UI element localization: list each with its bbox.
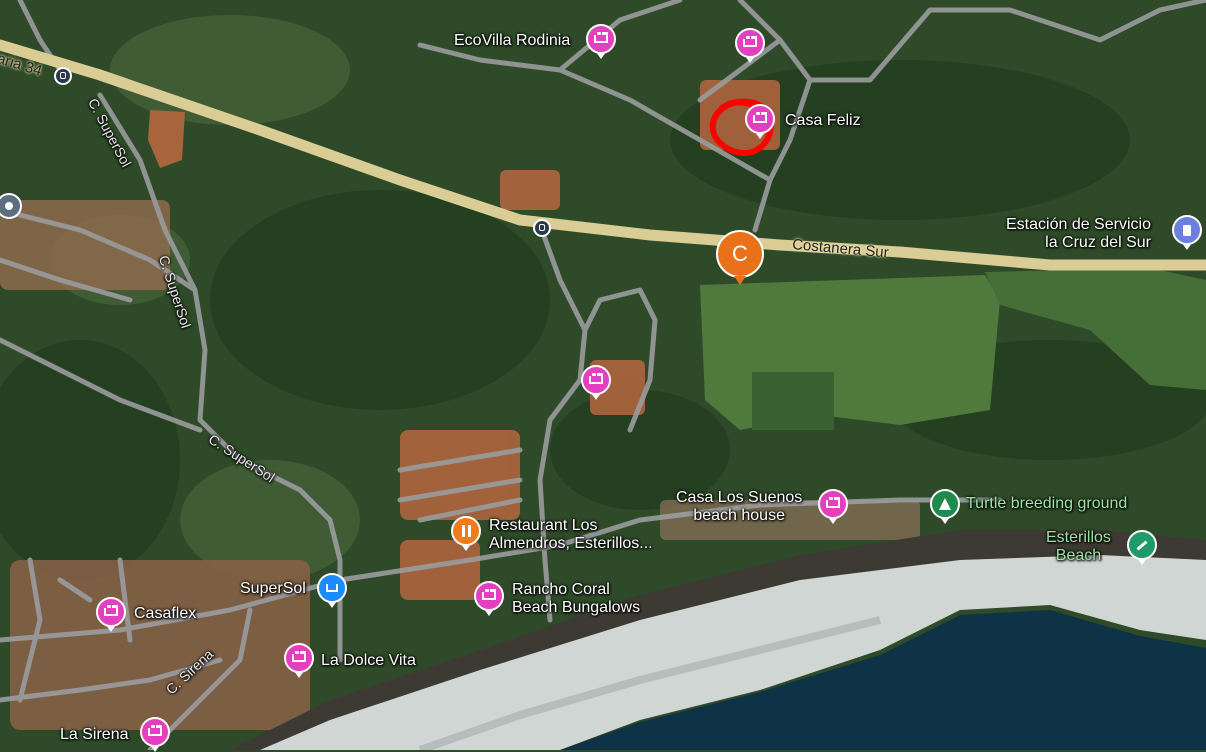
place-label-rancho[interactable]: Rancho Coral Beach Bungalows <box>512 581 640 617</box>
hotel-pin-icon[interactable] <box>140 717 170 752</box>
selected-place-marker[interactable]: C <box>716 230 764 285</box>
place-label-la-sirena[interactable]: La Sirena <box>60 726 129 744</box>
estacion-line1: Estación de Servicio <box>1006 216 1151 233</box>
restaurant-line1: Restaurant Los <box>489 517 598 534</box>
casa-suenos-line2: beach house <box>693 507 785 524</box>
esterillos-line1: Esterillos <box>1046 529 1111 546</box>
restaurant-line2: Almendros, Esterillos... <box>489 535 653 552</box>
casa-suenos-line1: Casa Los Suenos <box>676 489 803 506</box>
place-label-ecovilla[interactable]: EcoVilla Rodinia <box>454 32 570 50</box>
place-label-estacion[interactable]: Estación de Servicio la Cruz del Sur <box>1006 216 1151 252</box>
place-label-dolce-vita[interactable]: La Dolce Vita <box>321 652 416 670</box>
rancho-line2: Beach Bungalows <box>512 599 641 616</box>
place-label-esterillos[interactable]: Esterillos Beach <box>1046 529 1111 565</box>
hotel-pin-icon[interactable] <box>96 597 126 632</box>
orchard <box>752 372 834 430</box>
pasture-field <box>700 275 1000 430</box>
gas-station-icon[interactable] <box>1172 215 1202 250</box>
hotel-pin-icon[interactable] <box>586 24 616 59</box>
bus-stop-icon[interactable] <box>54 67 72 85</box>
estacion-line2: la Cruz del Sur <box>1045 234 1151 251</box>
place-label-casaflex[interactable]: Casaflex <box>134 605 196 623</box>
hotel-pin-icon[interactable] <box>474 581 504 616</box>
place-label-restaurant[interactable]: Restaurant Los Almendros, Esterillos... <box>489 517 653 553</box>
tree-icon[interactable] <box>930 489 960 524</box>
hotel-pin-icon[interactable] <box>284 643 314 678</box>
place-label-supersol[interactable]: SuperSol <box>240 580 306 598</box>
place-label-casa-suenos[interactable]: Casa Los Suenos beach house <box>676 489 802 525</box>
restaurant-icon[interactable] <box>451 516 481 551</box>
bus-stop-icon[interactable] <box>533 219 551 237</box>
place-label-turtle[interactable]: Turtle breeding ground <box>966 495 1127 513</box>
hotel-pin-icon[interactable] <box>818 489 848 524</box>
rancho-line1: Rancho Coral <box>512 581 610 598</box>
esterillos-line2: Beach <box>1055 547 1102 564</box>
beach-icon[interactable] <box>1127 530 1157 565</box>
hotel-pin-icon[interactable] <box>581 365 611 400</box>
shopping-cart-icon[interactable] <box>317 573 347 608</box>
hotel-pin-icon[interactable] <box>735 28 765 63</box>
hotel-pin-icon[interactable] <box>745 104 775 139</box>
place-label-casa-feliz[interactable]: Casa Feliz <box>785 112 861 130</box>
